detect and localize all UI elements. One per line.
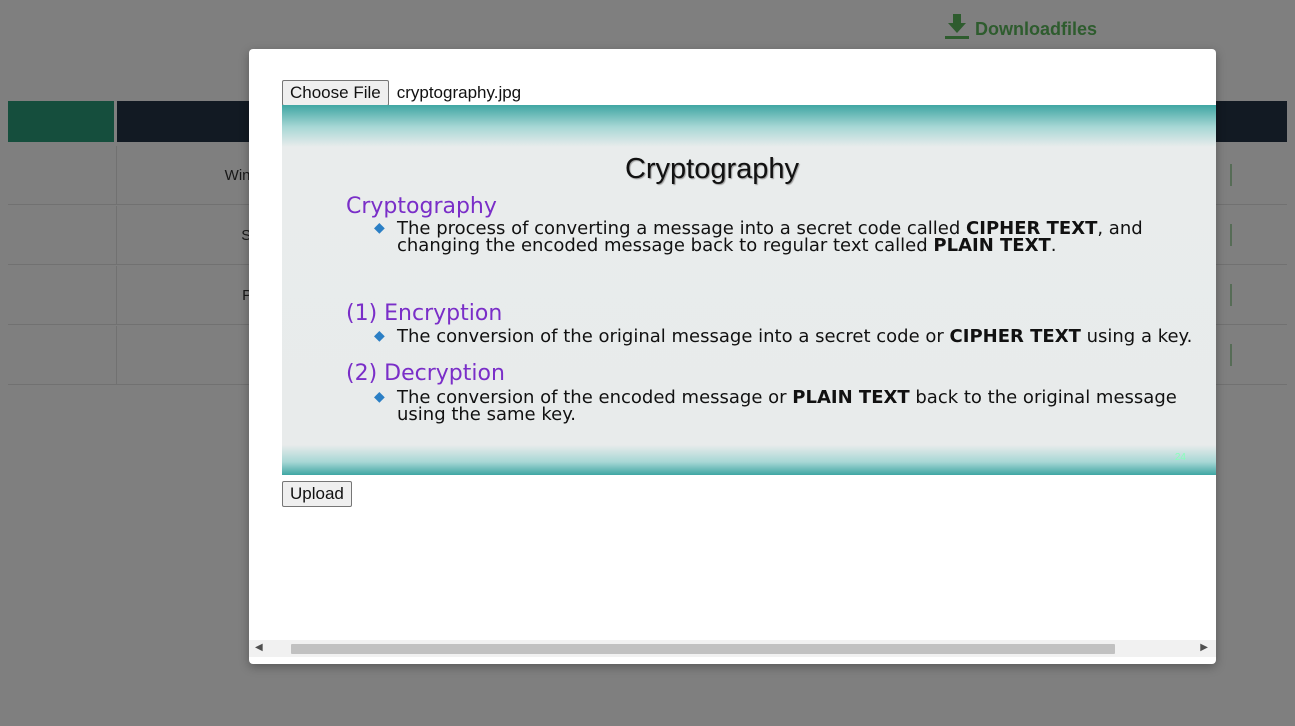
bullet-icon: ◆ bbox=[374, 220, 385, 236]
file-picker: Choose File cryptography.jpg bbox=[282, 80, 521, 106]
selected-file-name: cryptography.jpg bbox=[396, 83, 522, 102]
bullet-icon: ◆ bbox=[374, 328, 385, 344]
upload-button[interactable]: Upload bbox=[282, 481, 352, 507]
image-preview: Cryptography Cryptography ◆ The process … bbox=[282, 105, 1216, 475]
scroll-left-icon[interactable]: ◀ bbox=[255, 642, 263, 653]
slide-heading: Cryptography bbox=[346, 194, 497, 219]
slide-number: 24 bbox=[1174, 452, 1186, 463]
slide-title: Cryptography bbox=[624, 153, 800, 185]
slide-bullet: ◆ The conversion of the original message… bbox=[374, 326, 1193, 347]
horizontal-scrollbar[interactable]: ◀ ▶ bbox=[249, 640, 1216, 657]
choose-file-button[interactable]: Choose File bbox=[282, 80, 389, 106]
slide-heading: (2) Decryption bbox=[346, 361, 505, 386]
slide-heading: (1) Encryption bbox=[346, 301, 503, 326]
slide-bullet: ◆ The conversion of the encoded message … bbox=[374, 387, 1177, 425]
scroll-right-icon[interactable]: ▶ bbox=[1200, 642, 1208, 653]
bullet-icon: ◆ bbox=[374, 389, 385, 405]
upload-modal: Choose File cryptography.jpg Cryptograph… bbox=[249, 49, 1216, 664]
slide-bullet: ◆ The process of converting a message in… bbox=[374, 218, 1143, 256]
scrollbar-thumb[interactable] bbox=[291, 644, 1115, 654]
